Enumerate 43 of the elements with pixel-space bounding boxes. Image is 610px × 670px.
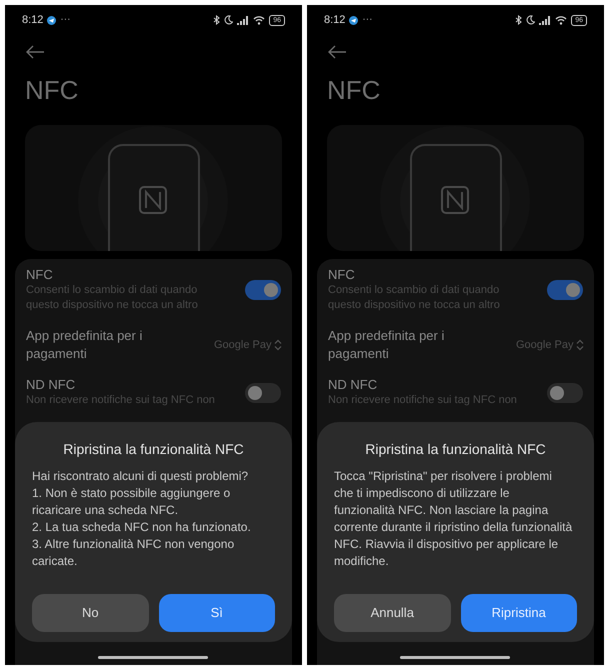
- toggle-switch[interactable]: [245, 280, 281, 300]
- dialog-message: Tocca "Ripristina" per risolvere i problemi che ti impediscono di utilizzare le funzionalità NFC. Non lasciare la pagina corrente durante il ripristino della funzionalità NFC. Riavvia il dispositivo per applicare le modifiche.: [334, 468, 574, 570]
- more-notifications: ···: [362, 15, 372, 25]
- more-notifications: ···: [60, 15, 70, 25]
- dialog-button[interactable]: Annulla: [334, 594, 450, 632]
- dialog-button[interactable]: Sì: [158, 594, 275, 632]
- signal-icon: [237, 16, 250, 24]
- dialog-message: 2. La tua scheda NFC non ha funzionato.: [32, 519, 252, 536]
- message-icon: [349, 16, 358, 24]
- dialog-message: 1. Non è stato possibile aggiungere o ricaricare una scheda NFC.: [32, 485, 232, 519]
- setting-title: ND NFC: [328, 377, 378, 393]
- status-time: 8:12: [22, 12, 44, 28]
- toggle-switch[interactable]: [547, 280, 583, 300]
- moon-icon: [224, 15, 234, 25]
- dialog-button[interactable]: Ripristina: [460, 594, 577, 632]
- setting-title: NFC: [26, 267, 54, 283]
- back-button[interactable]: [25, 43, 47, 61]
- dialog-title: Ripristina la funzionalità NFC: [364, 440, 547, 458]
- page-title: NFC: [25, 75, 80, 105]
- wifi-icon: [253, 15, 266, 25]
- signal-icon: [539, 16, 552, 24]
- bluetooth-icon: [515, 15, 522, 25]
- setting-title: App predefinita per i pagamenti: [328, 327, 446, 363]
- status-time: 8:12: [324, 12, 346, 28]
- moon-icon: [526, 15, 536, 25]
- dialog-message: 3. Altre funzionalità NFC non vengono caricate.: [32, 536, 236, 570]
- toggle-switch[interactable]: [245, 382, 281, 402]
- toggle-switch[interactable]: [547, 382, 583, 402]
- bluetooth-icon: [213, 15, 220, 25]
- setting-title: NFC: [328, 267, 356, 283]
- dialog-message: Hai riscontrato alcuni di questi problemi?: [32, 468, 250, 485]
- chevron-up-down-icon: [274, 339, 282, 351]
- chevron-up-down-icon: [576, 339, 584, 351]
- setting-value: Google Pay: [214, 338, 272, 353]
- page-title: NFC: [327, 75, 382, 105]
- setting-title: App predefinita per i pagamenti: [26, 327, 144, 363]
- dialog-button[interactable]: No: [32, 594, 148, 632]
- back-button[interactable]: [327, 43, 349, 61]
- setting-value: Google Pay: [516, 338, 574, 353]
- setting-title: ND NFC: [26, 377, 76, 393]
- dialog-title: Ripristina la funzionalità NFC: [62, 440, 245, 458]
- message-icon: [47, 16, 56, 24]
- wifi-icon: [555, 15, 568, 25]
